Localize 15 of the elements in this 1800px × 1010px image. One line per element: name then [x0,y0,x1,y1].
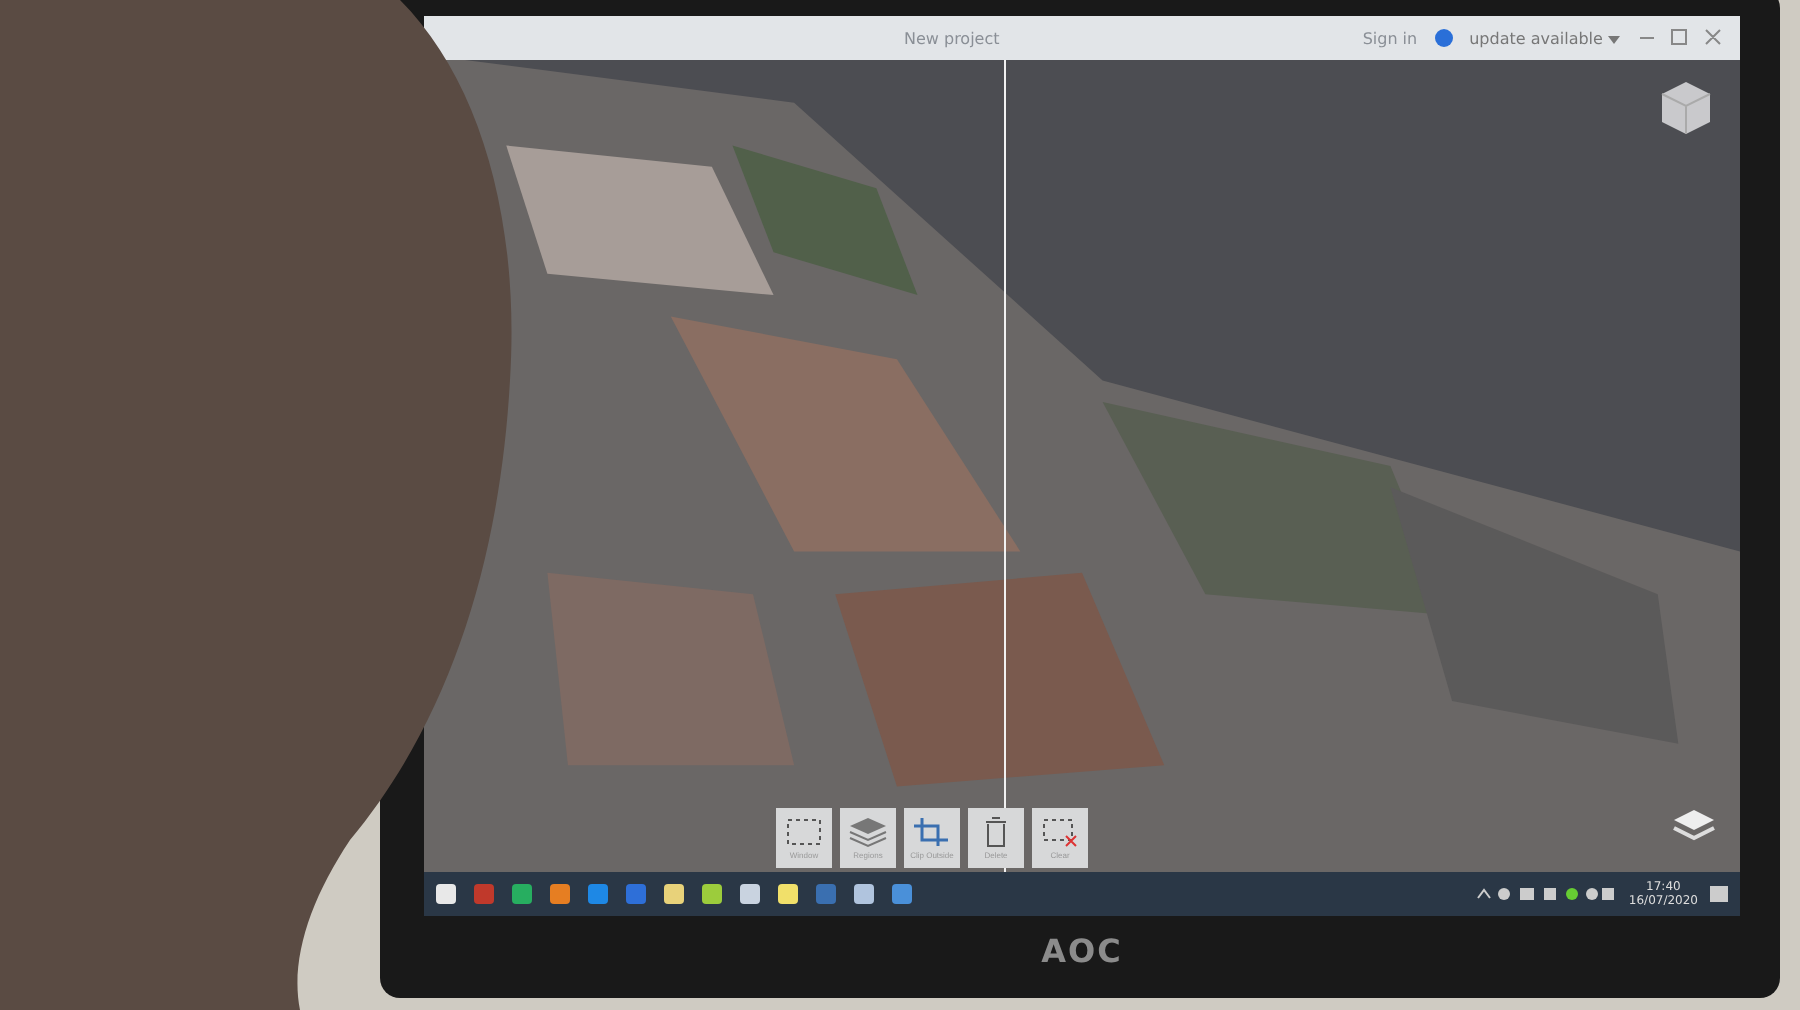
navigation-cube-icon[interactable] [1660,80,1712,136]
notification-icon[interactable] [1710,885,1728,903]
dashed-rectangle-cross-icon [1040,816,1080,848]
sign-in-link[interactable]: Sign in [1362,29,1418,47]
window-title: New project [904,29,1000,47]
monitor-logo: AOC [1041,932,1123,970]
crop-icon [912,816,952,848]
update-dropdown[interactable]: update available [1469,29,1620,47]
dashed-rectangle-icon [784,816,824,848]
caret-icon [1608,35,1620,43]
layers-icon [848,816,888,848]
layers-icon[interactable] [1672,808,1716,844]
info-dot-icon [1433,28,1454,48]
window-controls-icon[interactable] [1636,28,1724,48]
system-tray-icon[interactable] [1476,886,1617,902]
